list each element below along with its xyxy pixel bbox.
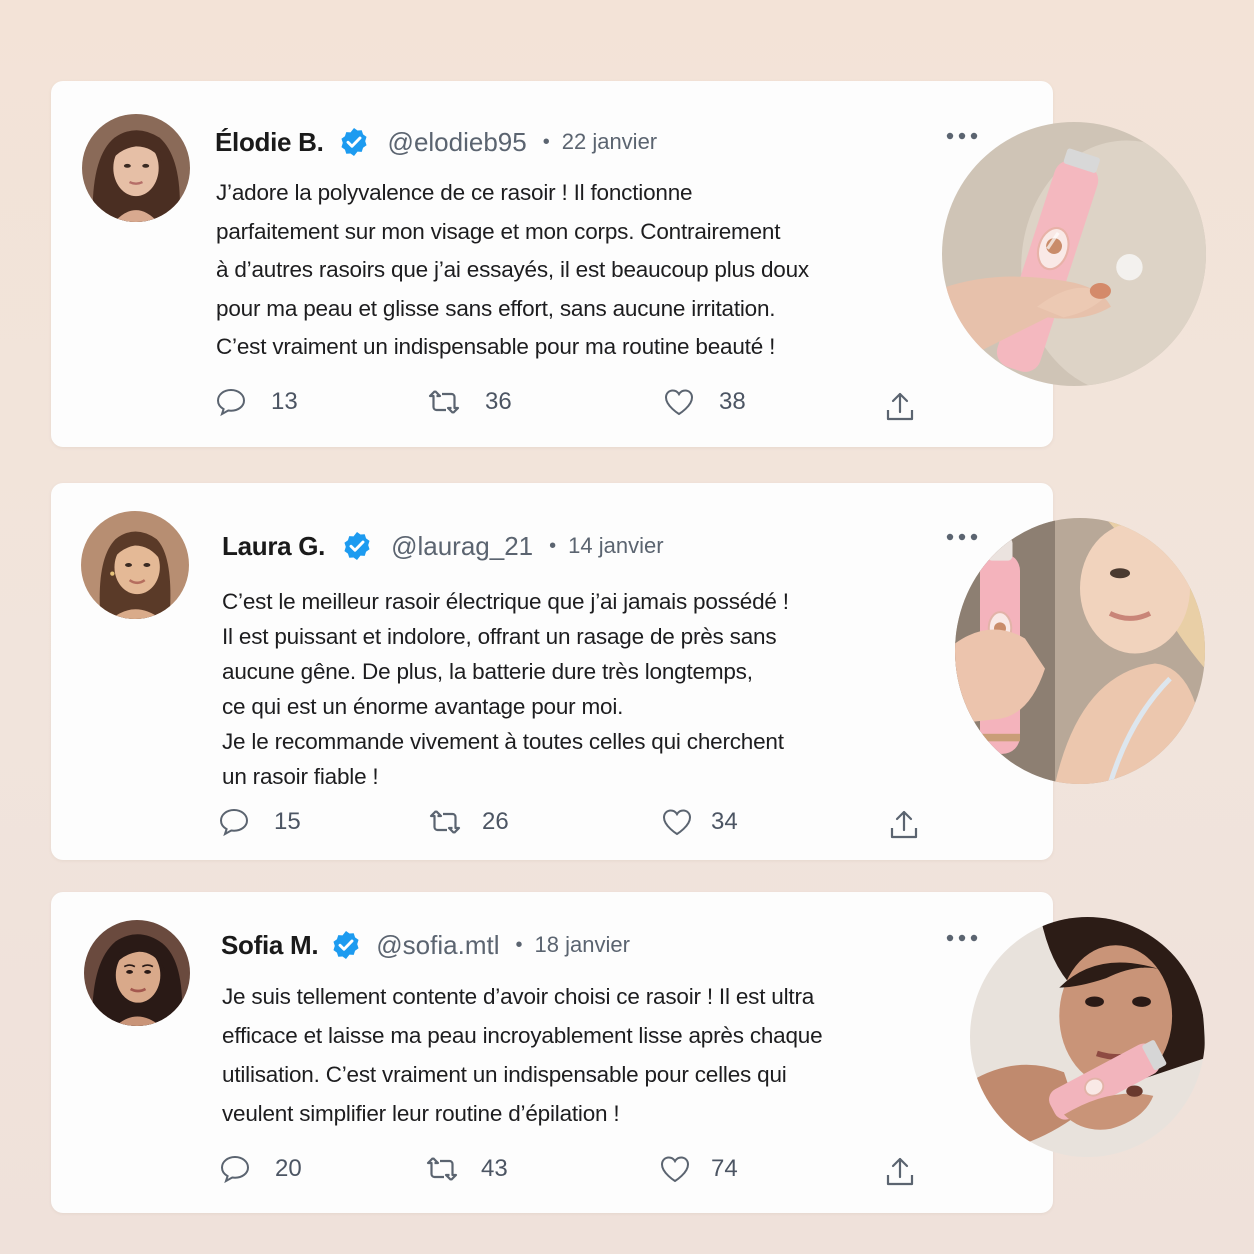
heart-outline-icon <box>664 389 694 416</box>
speech-bubble-icon <box>219 808 249 837</box>
tweet-text-line: Je suis tellement contente d’avoir chois… <box>222 984 815 1009</box>
retweet-count: 43 <box>481 1155 508 1182</box>
share-upload-icon <box>886 1157 914 1186</box>
display-name[interactable]: Élodie B. <box>215 127 324 158</box>
tweet-text-line: Il est puissant et indolore, offrant un … <box>222 624 777 649</box>
tweet-header: Laura G. @laurag_21 • 14 janvier <box>222 530 664 562</box>
reply-count: 20 <box>275 1155 302 1182</box>
tweet-date[interactable]: 22 janvier <box>562 129 657 155</box>
heart-outline-icon <box>662 809 692 836</box>
tweet-date[interactable]: 14 janvier <box>568 533 663 559</box>
reply-button[interactable]: 13 <box>215 387 298 417</box>
tweet-text-line: Je le recommande vivement à toutes celle… <box>222 729 784 754</box>
like-count: 38 <box>719 388 746 415</box>
product-photo-hand-razor <box>942 122 1206 386</box>
display-name[interactable]: Sofia M. <box>221 930 319 961</box>
retweet-button[interactable]: 26 <box>428 807 509 837</box>
tweet-text-line: parfaitement sur mon visage et mon corps… <box>216 218 781 244</box>
tweet-text-line: C’est le meilleur rasoir électrique que … <box>222 589 789 614</box>
user-photo-face-razor <box>955 518 1205 784</box>
like-count: 74 <box>711 1155 738 1182</box>
reply-count: 13 <box>271 388 298 415</box>
share-upload-icon <box>886 392 914 421</box>
tweet-text-line: ce qui est un énorme avantage pour moi. <box>222 694 624 719</box>
share-button[interactable] <box>884 1156 916 1188</box>
like-button[interactable]: 34 <box>661 807 738 837</box>
share-upload-icon <box>890 810 918 839</box>
display-name[interactable]: Laura G. <box>222 531 325 562</box>
retweet-button[interactable]: 43 <box>425 1154 508 1184</box>
separator-dot: • <box>515 933 523 956</box>
like-count: 34 <box>711 808 738 835</box>
separator-dot: • <box>542 130 550 153</box>
retweet-arrows-icon <box>426 1157 458 1181</box>
retweet-count: 26 <box>482 808 509 835</box>
tweet-text-line: pour ma peau et glisse sans effort, sans… <box>216 295 776 321</box>
tweet-text-line: C’est vraiment un indispensable pour ma … <box>216 334 776 359</box>
tweet-header: Sofia M. @sofia.mtl • 18 janvier <box>221 929 630 961</box>
tweet-text: C’est le meilleur rasoir électrique que … <box>222 584 789 794</box>
tweet-actions: 15 26 34 <box>51 807 1053 847</box>
tweet-date[interactable]: 18 janvier <box>535 932 630 958</box>
retweet-button[interactable]: 36 <box>427 387 512 417</box>
tweet-card-3[interactable]: Sofia M. @sofia.mtl • 18 janvier Je suis… <box>51 892 1053 1213</box>
user-photo-face-razor-sofia <box>970 917 1205 1157</box>
more-options-icon[interactable] <box>945 131 979 141</box>
tweet-text-line: veulent simplifier leur routine d’épilat… <box>222 1101 620 1126</box>
heart-outline-icon <box>660 1156 690 1183</box>
retweet-arrows-icon <box>428 390 460 414</box>
retweet-count: 36 <box>485 388 512 415</box>
user-handle[interactable]: @sofia.mtl <box>376 930 499 961</box>
tweet-card-2[interactable]: Laura G. @laurag_21 • 14 janvier C’est l… <box>51 483 1053 860</box>
user-handle[interactable]: @elodieb95 <box>388 127 527 158</box>
tweet-text-line: un rasoir fiable ! <box>222 764 379 789</box>
tweet-text-line: J’adore la polyvalence de ce rasoir ! Il… <box>216 180 693 205</box>
share-button[interactable] <box>884 391 916 423</box>
like-button[interactable]: 38 <box>663 387 746 417</box>
reply-button[interactable]: 15 <box>218 807 301 837</box>
avatar-sofia[interactable] <box>84 920 190 1026</box>
reply-count: 15 <box>274 808 301 835</box>
separator-dot: • <box>549 534 557 557</box>
avatar-elodie[interactable] <box>82 114 190 222</box>
speech-bubble-icon <box>220 1155 250 1184</box>
tweet-card-1[interactable]: Élodie B. @elodieb95 • 22 janvier J’ador… <box>51 81 1053 447</box>
more-options-icon[interactable] <box>945 933 979 943</box>
tweet-text: J’adore la polyvalence de ce rasoir ! Il… <box>216 174 809 367</box>
verified-badge-icon <box>330 929 362 961</box>
reply-button[interactable]: 20 <box>219 1154 302 1184</box>
tweet-text: Je suis tellement contente d’avoir chois… <box>222 977 823 1133</box>
tweet-text-line: efficace et laisse ma peau incroyablemen… <box>222 1023 823 1048</box>
more-options-icon[interactable] <box>945 532 979 542</box>
verified-badge-icon <box>341 530 373 562</box>
share-button[interactable] <box>888 809 920 841</box>
tweet-actions: 20 43 74 <box>51 1154 1053 1194</box>
like-button[interactable]: 74 <box>659 1154 738 1184</box>
verified-badge-icon <box>338 126 370 158</box>
tweet-header: Élodie B. @elodieb95 • 22 janvier <box>215 126 657 158</box>
user-handle[interactable]: @laurag_21 <box>391 531 533 562</box>
avatar-laura[interactable] <box>81 511 189 619</box>
tweet-text-line: utilisation. C’est vraiment un indispens… <box>222 1062 787 1087</box>
tweet-text-line: aucune gêne. De plus, la batterie dure t… <box>222 659 753 684</box>
tweet-text-line: à d’autres rasoirs que j’ai essayés, il … <box>216 257 809 282</box>
tweet-actions: 13 36 38 <box>51 387 1053 427</box>
retweet-arrows-icon <box>429 810 461 834</box>
speech-bubble-icon <box>216 388 246 417</box>
